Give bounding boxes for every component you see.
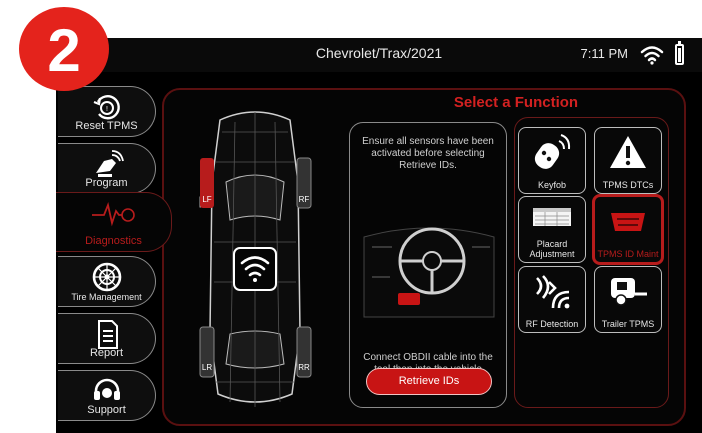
sidebar-item-reset-tpms[interactable]: ! Reset TPMS: [58, 86, 156, 137]
trailer-icon: [611, 278, 647, 306]
tile-label: TPMS ID Maint: [597, 249, 659, 259]
sensor-label-lr: LR: [202, 363, 212, 372]
tile-tpms-id-maint[interactable]: TPMS ID Maint: [592, 194, 664, 265]
rf-signal-icon: [536, 275, 570, 309]
obd-connector-icon: [611, 213, 645, 231]
battery-level: [678, 47, 681, 62]
battery-icon: [675, 41, 684, 65]
page-title: Select a Function: [453, 94, 579, 111]
tile-label: TPMS DTCs: [602, 180, 654, 190]
heartbeat-icon: [92, 201, 135, 227]
tile-keyfob[interactable]: Keyfob: [518, 127, 586, 194]
sidebar-item-diagnostics[interactable]: Diagnostics: [56, 192, 172, 252]
steering-wheel-obd-icon: [363, 227, 495, 318]
tile-label: RF Detection: [525, 319, 579, 329]
step-badge: 2: [17, 5, 111, 93]
keyfob-icon: [534, 134, 571, 169]
status-bar: Chevrolet/Trax/2021 7:11 PM: [56, 38, 702, 72]
step-number: 2: [47, 17, 81, 84]
sensor-label-rf: RF: [299, 195, 310, 204]
sidebar-item-report[interactable]: Report: [58, 313, 156, 364]
tile-trailer-tpms[interactable]: Trailer TPMS: [594, 266, 662, 333]
instruction-card: Ensure all sensors have been activated b…: [349, 122, 507, 408]
sidebar-item-label: Report: [89, 347, 124, 359]
tool-screen: Chevrolet/Trax/2021 7:11 PM ! Reset TPMS…: [56, 38, 702, 433]
clock: 7:11 PM: [580, 46, 628, 61]
wifi-icon: [233, 247, 277, 291]
tile-label: Placard Adjustment: [529, 239, 575, 259]
document-icon: [97, 320, 118, 349]
vehicle-diagram: LF RF LR RR: [199, 111, 312, 407]
tile-label: Trailer TPMS: [601, 319, 655, 329]
wifi-icon: [640, 46, 664, 65]
sidebar-item-label: Support: [87, 404, 126, 416]
instruction-top: Ensure all sensors have been activated b…: [362, 136, 494, 171]
sidebar-item-label: Tire Management: [71, 292, 142, 302]
program-tool-icon: [95, 150, 124, 177]
warning-icon: [610, 136, 646, 168]
sidebar-item-label: Diagnostics: [85, 235, 142, 247]
sensor-label-rr: RR: [298, 363, 310, 372]
tile-tpms-dtcs[interactable]: TPMS DTCs: [594, 127, 662, 194]
sidebar-item-label: Program: [85, 177, 128, 189]
sidebar-item-tire-management[interactable]: Tire Management: [58, 256, 156, 307]
headset-icon: [93, 378, 120, 400]
sidebar-item-support[interactable]: Support: [58, 370, 156, 421]
tile-placard-adjustment[interactable]: Placard Adjustment: [518, 196, 586, 263]
sensor-label-lf: LF: [202, 195, 211, 204]
tile-label: Keyfob: [537, 180, 567, 190]
sidebar-item-program[interactable]: Program: [58, 143, 156, 194]
sidebar-item-label: Reset TPMS: [75, 120, 138, 132]
placard-icon: [533, 208, 571, 226]
svg-text:!: !: [106, 106, 108, 113]
retrieve-ids-button[interactable]: Retrieve IDs: [366, 368, 492, 395]
tile-rf-detection[interactable]: RF Detection: [518, 266, 586, 333]
tire-icon: [92, 262, 121, 292]
tire-reset-icon: !: [93, 95, 120, 120]
